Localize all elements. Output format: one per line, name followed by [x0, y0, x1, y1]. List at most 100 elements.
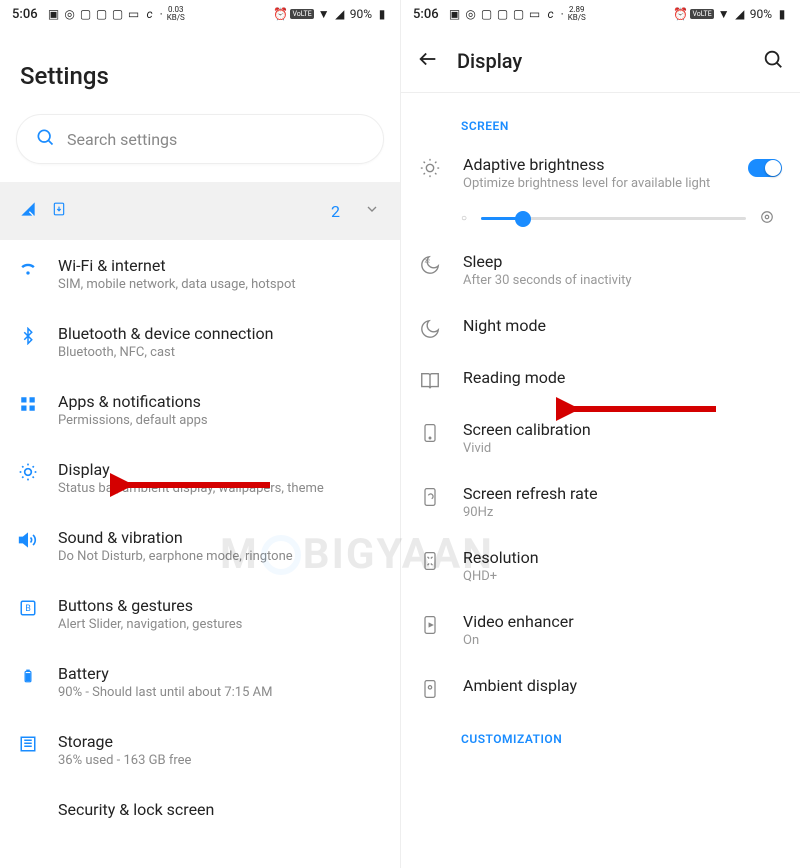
display-item-video-enhancer[interactable]: Video enhancer On: [401, 598, 800, 662]
network-speed: 0.03 KB/S: [167, 6, 185, 22]
settings-pane: 5:06 ▣ ◎ ▢ ▢ ▢ ▭ c · 0.03 KB/S ⏰ VoLTE ▼…: [0, 0, 400, 868]
brightness-slider-row: ○: [401, 205, 800, 238]
battery-percent: 90%: [750, 7, 772, 21]
brightness-min-icon: ○: [461, 213, 467, 224]
item-title: Ambient display: [463, 676, 782, 695]
svg-text:B: B: [25, 604, 31, 614]
buttons-icon: B: [18, 598, 38, 618]
ambient-icon: [419, 678, 441, 700]
app-icon: ▭: [128, 8, 140, 20]
display-pane: 5:06 ▣ ◎ ▢ ▢ ▢ ▭ c · 2.89 KB/S ⏰ VoLTE ▼…: [400, 0, 800, 868]
alarm-icon: ⏰: [674, 8, 686, 20]
item-title: Battery: [58, 664, 382, 683]
item-title: Security & lock screen: [58, 800, 382, 819]
search-placeholder: Search settings: [67, 130, 177, 149]
sim-row[interactable]: 2: [0, 182, 400, 240]
settings-item-storage[interactable]: Storage 36% used - 163 GB free: [0, 716, 400, 784]
storage-icon: [18, 734, 38, 754]
battery-icon: ▮: [776, 8, 788, 20]
item-subtitle: 36% used - 163 GB free: [58, 753, 382, 768]
item-title: Adaptive brightness: [463, 155, 726, 174]
battery-percent: 90%: [350, 7, 372, 21]
item-title: Screen refresh rate: [463, 484, 782, 503]
sleep-icon: zz: [419, 254, 441, 276]
svg-text:zz: zz: [425, 258, 431, 264]
display-item-resolution[interactable]: Resolution QHD+: [401, 534, 800, 598]
item-title: Screen calibration: [463, 420, 782, 439]
settings-item-display[interactable]: Display Status bar, ambient display, wal…: [0, 444, 400, 512]
item-subtitle: Optimize brightness level for available …: [463, 176, 726, 191]
sim-signal-icon: [20, 201, 36, 221]
item-title: Bluetooth & device connection: [58, 324, 382, 343]
lock-icon: [18, 802, 38, 822]
item-subtitle: Do Not Disturb, earphone mode, ringtone: [58, 549, 382, 564]
item-title: Display: [58, 460, 382, 479]
item-title: Apps & notifications: [58, 392, 382, 411]
item-title: Reading mode: [463, 368, 782, 387]
divider: [401, 92, 800, 93]
display-item-screen-calibration[interactable]: Screen calibration Vivid: [401, 406, 800, 470]
item-subtitle: 90% - Should last until about 7:15 AM: [58, 685, 382, 700]
app-icon: c: [144, 8, 156, 20]
search-settings[interactable]: Search settings: [16, 114, 384, 164]
item-title: Buttons & gestures: [58, 596, 382, 615]
dot: ·: [561, 7, 564, 21]
app-icon: ▢: [96, 8, 108, 20]
display-item-adaptive-brightness[interactable]: Adaptive brightness Optimize brightness …: [401, 141, 800, 205]
battery-icon: ▮: [376, 8, 388, 20]
display-item-night-mode[interactable]: Night mode: [401, 302, 800, 354]
section-label-customization: CUSTOMIZATION: [401, 714, 800, 754]
sim-download-icon: [52, 200, 66, 222]
item-title: Sound & vibration: [58, 528, 382, 547]
app-icon: ▢: [513, 8, 525, 20]
calibration-icon: [419, 422, 441, 444]
item-subtitle: Bluetooth, NFC, cast: [58, 345, 382, 360]
item-subtitle: QHD+: [463, 569, 782, 584]
item-title: Storage: [58, 732, 382, 751]
search-button[interactable]: [762, 48, 784, 74]
instagram-icon: ◎: [465, 8, 477, 20]
signal-icon: ◢: [734, 8, 746, 20]
settings-item-security[interactable]: Security & lock screen: [0, 784, 400, 822]
wifi-icon: ▼: [318, 8, 330, 20]
app-icon: ▭: [529, 8, 541, 20]
apps-icon: [18, 394, 38, 414]
display-item-ambient-display[interactable]: Ambient display: [401, 662, 800, 714]
item-title: Video enhancer: [463, 612, 782, 631]
item-title: Resolution: [463, 548, 782, 567]
resolution-icon: [419, 550, 441, 572]
sound-icon: [18, 530, 38, 550]
item-subtitle: On: [463, 633, 782, 648]
section-label-screen: SCREEN: [401, 101, 800, 141]
settings-item-apps[interactable]: Apps & notifications Permissions, defaul…: [0, 376, 400, 444]
item-subtitle: Status bar, ambient display, wallpapers,…: [58, 481, 382, 496]
wifi-icon: [18, 258, 38, 278]
item-title: Night mode: [463, 316, 782, 335]
item-subtitle: Permissions, default apps: [58, 413, 382, 428]
display-item-reading-mode[interactable]: Reading mode: [401, 354, 800, 406]
item-subtitle: Vivid: [463, 441, 782, 456]
youtube-icon: ▣: [48, 8, 60, 20]
book-icon: [419, 370, 441, 392]
display-item-refresh-rate[interactable]: Screen refresh rate 90Hz: [401, 470, 800, 534]
back-button[interactable]: [417, 48, 439, 74]
brightness-slider[interactable]: [481, 217, 746, 220]
status-bar: 5:06 ▣ ◎ ▢ ▢ ▢ ▭ c · 2.89 KB/S ⏰ VoLTE ▼…: [401, 0, 800, 24]
chevron-down-icon: [364, 201, 380, 221]
settings-item-bluetooth[interactable]: Bluetooth & device connection Bluetooth,…: [0, 308, 400, 376]
app-icon: ▢: [481, 8, 493, 20]
app-icon: ▢: [80, 8, 92, 20]
display-item-sleep[interactable]: zz Sleep After 30 seconds of inactivity: [401, 238, 800, 302]
item-subtitle: After 30 seconds of inactivity: [463, 273, 782, 288]
instagram-icon: ◎: [64, 8, 76, 20]
settings-item-battery[interactable]: Battery 90% - Should last until about 7:…: [0, 648, 400, 716]
settings-item-sound[interactable]: Sound & vibration Do Not Disturb, earpho…: [0, 512, 400, 580]
alarm-icon: ⏰: [274, 8, 286, 20]
app-icon: ▢: [112, 8, 124, 20]
brightness-icon: [419, 157, 441, 179]
adaptive-brightness-toggle[interactable]: [748, 159, 782, 177]
settings-item-buttons[interactable]: B Buttons & gestures Alert Slider, navig…: [0, 580, 400, 648]
status-time: 5:06: [12, 7, 38, 22]
page-title: Display: [457, 49, 744, 73]
settings-item-wifi[interactable]: Wi-Fi & internet SIM, mobile network, da…: [0, 240, 400, 308]
